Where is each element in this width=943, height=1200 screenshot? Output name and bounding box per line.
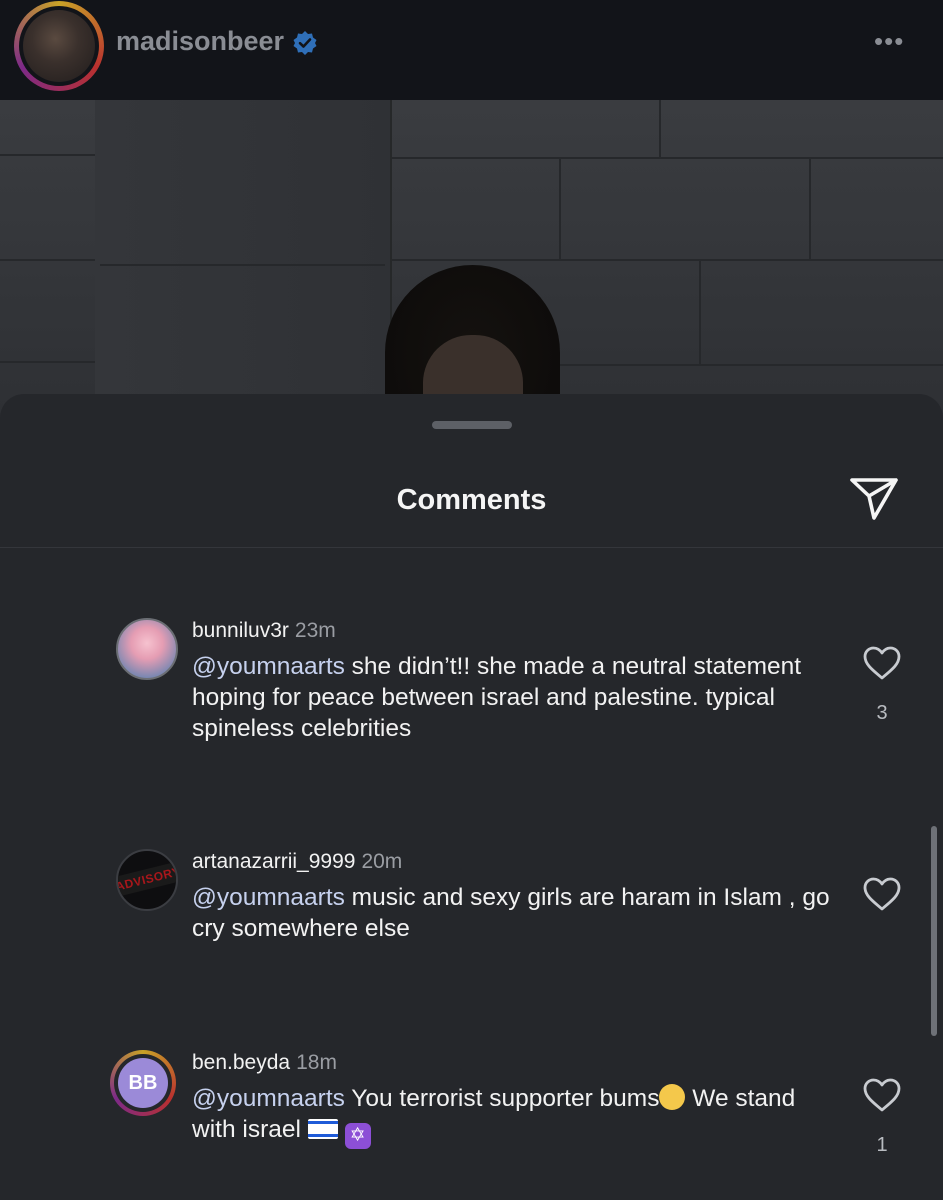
comment-username-line: ben.beyda 18m bbox=[192, 1051, 337, 1075]
comment-username[interactable]: ben.beyda bbox=[192, 1051, 290, 1074]
comment-text: @youmnaarts You terrorist supporter bums… bbox=[192, 1083, 832, 1149]
comment-text: @youmnaarts she didn’t!! she made a neut… bbox=[192, 651, 832, 744]
sheet-drag-handle[interactable] bbox=[432, 421, 512, 429]
scrollbar[interactable] bbox=[931, 826, 937, 1036]
sheet-divider bbox=[0, 547, 943, 548]
crying-face-emoji-icon bbox=[659, 1084, 686, 1110]
heart-icon[interactable] bbox=[862, 645, 902, 681]
commenter-avatar[interactable]: BB bbox=[110, 1050, 176, 1116]
comment-mention[interactable]: @youmnaarts bbox=[192, 884, 345, 911]
comment-text: @youmnaarts music and sexy girls are har… bbox=[192, 882, 832, 944]
israel-flag-emoji-icon bbox=[307, 1119, 338, 1139]
comment-username-line: artanazarrii_9999 20m bbox=[192, 850, 402, 874]
comment-username[interactable]: artanazarrii_9999 bbox=[192, 850, 355, 873]
post-username[interactable]: madisonbeer bbox=[116, 26, 284, 57]
like-count: 1 bbox=[876, 1134, 888, 1156]
post-author-avatar[interactable] bbox=[14, 1, 104, 91]
heart-icon[interactable] bbox=[862, 1077, 902, 1113]
comment-mention[interactable]: @youmnaarts bbox=[192, 1085, 345, 1112]
send-icon[interactable] bbox=[848, 474, 900, 522]
sheet-title: Comments bbox=[396, 484, 547, 516]
commenter-avatar[interactable]: ADVISORY bbox=[116, 849, 178, 911]
comment-mention[interactable]: @youmnaarts bbox=[192, 653, 345, 680]
like-count: 3 bbox=[876, 702, 888, 724]
post-header: madisonbeer ••• bbox=[0, 0, 943, 100]
commenter-avatar[interactable] bbox=[116, 618, 178, 680]
avatar-initials: BB bbox=[118, 1058, 168, 1108]
comment-time: 23m bbox=[294, 619, 336, 642]
verified-badge-icon bbox=[293, 31, 317, 55]
star-of-david-emoji-icon: ✡ bbox=[344, 1123, 371, 1149]
comment-username-line: bunniluv3r 23m bbox=[192, 619, 336, 643]
post-image[interactable] bbox=[0, 100, 943, 420]
comments-sheet: Comments bunniluv3r 23m @youmnaarts she d… bbox=[0, 394, 943, 1200]
comment-time: 18m bbox=[296, 1051, 337, 1074]
comment-username[interactable]: bunniluv3r bbox=[192, 619, 289, 642]
more-options-icon[interactable]: ••• bbox=[874, 28, 914, 54]
comment-time: 20m bbox=[361, 850, 403, 873]
comment-body: You terrorist supporter bums bbox=[344, 1085, 660, 1112]
heart-icon[interactable] bbox=[862, 876, 902, 912]
